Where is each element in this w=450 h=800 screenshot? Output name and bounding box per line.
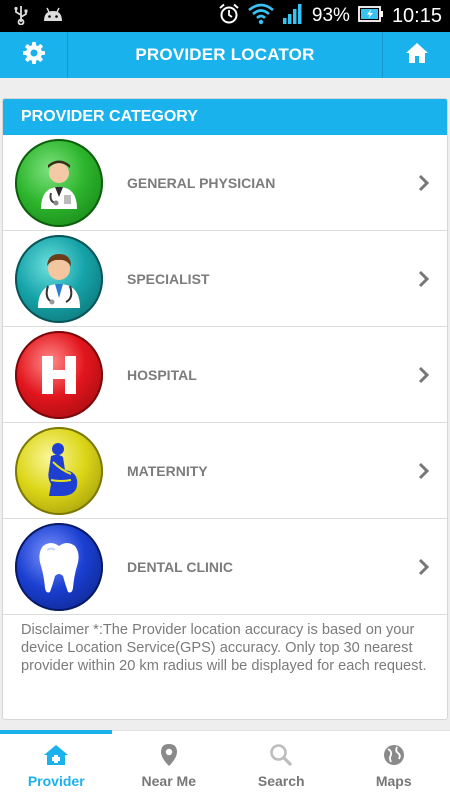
app-bar: PROVIDER LOCATOR (0, 32, 450, 78)
provider-icon (0, 743, 113, 767)
provider-category-card: PROVIDER CATEGORY GENERAL PHYSICIAN SPEC… (2, 98, 448, 720)
home-icon (405, 42, 429, 69)
category-label: DENTAL CLINIC (127, 559, 234, 575)
tab-label: Provider (27, 773, 85, 789)
category-label: MATERNITY (127, 463, 208, 479)
tab-label: Maps (375, 773, 412, 789)
globe-icon (338, 743, 450, 767)
physician-icon (15, 139, 103, 227)
chevron-right-icon (417, 173, 431, 193)
settings-button[interactable] (0, 32, 68, 78)
category-item-hospital[interactable]: HOSPITAL (3, 327, 447, 423)
clock: 10:15 (391, 4, 442, 27)
tab-near-me[interactable]: Near Me (113, 731, 226, 800)
page-title: PROVIDER LOCATOR (135, 45, 315, 64)
usb-icon (14, 5, 28, 30)
chevron-right-icon (417, 461, 431, 481)
maternity-icon (15, 427, 103, 515)
alarm-icon (218, 3, 240, 30)
tab-provider[interactable]: Provider (0, 730, 113, 800)
category-item-maternity[interactable]: MATERNITY (3, 423, 447, 519)
gear-icon (22, 41, 46, 70)
chevron-right-icon (417, 365, 431, 385)
bottom-navigation: Provider Near Me Search Maps (0, 730, 450, 800)
tab-maps[interactable]: Maps (338, 731, 450, 800)
category-label: GENERAL PHYSICIAN (127, 175, 276, 191)
category-item-general-physician[interactable]: GENERAL PHYSICIAN (3, 135, 447, 231)
tab-search[interactable]: Search (225, 731, 338, 800)
specialist-icon (15, 235, 103, 323)
status-bar: 93% 10:15 (0, 0, 450, 32)
category-label: SPECIALIST (127, 271, 210, 287)
tab-label: Near Me (141, 773, 196, 789)
chevron-right-icon (417, 269, 431, 289)
android-icon (42, 7, 64, 28)
category-item-dental-clinic[interactable]: DENTAL CLINIC (3, 519, 447, 615)
chevron-right-icon (417, 557, 431, 577)
search-icon (225, 743, 338, 767)
location-pin-icon (113, 743, 226, 767)
hospital-icon (15, 331, 103, 419)
wifi-icon (248, 3, 274, 30)
disclaimer-text: Disclaimer *:The Provider location accur… (21, 622, 427, 674)
battery-percent: 93% (311, 5, 350, 26)
signal-icon (282, 3, 304, 30)
category-header: PROVIDER CATEGORY (3, 99, 447, 135)
home-button[interactable] (382, 32, 450, 78)
category-item-specialist[interactable]: SPECIALIST (3, 231, 447, 327)
tooth-icon (15, 523, 103, 611)
category-label: HOSPITAL (127, 367, 197, 383)
tab-label: Search (257, 773, 305, 789)
battery-icon (358, 5, 384, 27)
